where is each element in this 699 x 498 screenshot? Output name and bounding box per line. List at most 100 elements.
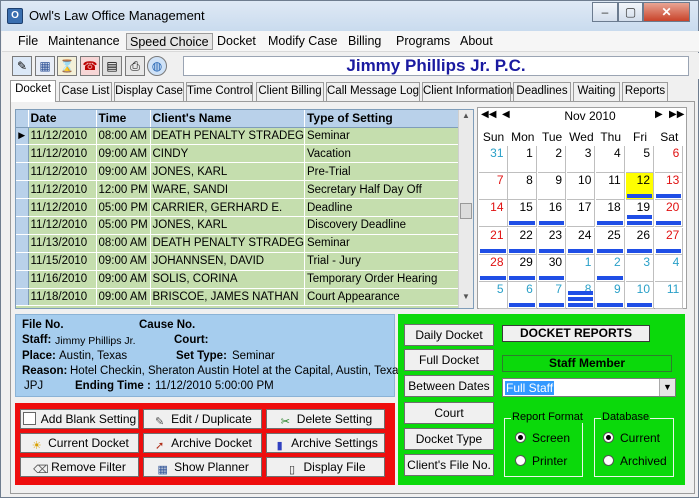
radio-screen[interactable]: Screen [515, 431, 570, 445]
col-date[interactable]: Date [28, 110, 97, 128]
table-row[interactable]: ▶ 11/12/2010 08:00 AM DEATH PENALTY STRADEG… [16, 127, 467, 146]
calendar-day[interactable]: 8 [508, 173, 537, 201]
calendar-day[interactable]: 21 [479, 227, 508, 255]
docket-type-button[interactable]: Docket Type [404, 428, 494, 450]
calendar-day[interactable]: 6 [654, 146, 684, 173]
cell-date[interactable]: 11/12/2010 [28, 216, 97, 235]
cell-client-name[interactable]: JOHANNSEN, DAVID [150, 252, 305, 271]
tab-client-information[interactable]: Client Information [422, 82, 513, 101]
cell-type-of-setting[interactable]: Deadline [304, 198, 467, 217]
cell-date[interactable]: 11/15/2010 [28, 252, 97, 271]
table-row[interactable]: 11/12/2010 09:00 AM CINDY Vacation [16, 144, 467, 164]
minimize-button[interactable]: – [592, 2, 618, 22]
cell-time[interactable]: 09:00 AM [96, 252, 151, 271]
hourglass-icon[interactable]: ⌛ [57, 56, 77, 76]
cell-time[interactable]: 08:00 AM [96, 127, 151, 146]
calendar-day[interactable]: 22 [508, 227, 537, 255]
staff-select[interactable]: Full Staff ▼ [502, 378, 676, 397]
calendar-day[interactable]: 24 [566, 227, 596, 255]
cell-date[interactable]: 11/12/2010 [28, 180, 97, 200]
phone-icon[interactable]: ☎ [80, 56, 100, 76]
calendar-day[interactable]: 1 [566, 254, 596, 282]
calendar-day[interactable]: 9 [537, 173, 567, 201]
cell-client-name[interactable]: SOLIS, CORINA [150, 270, 305, 289]
row-selector[interactable] [16, 180, 29, 200]
table-row[interactable]: 11/15/2010 09:00 AM JOHANNSEN, DAVID Trial … [16, 252, 467, 271]
table-row[interactable]: 11/12/2010 05:00 PM CARRIER, GERHARD E. Dea… [16, 198, 467, 217]
cell-type-of-setting[interactable]: Seminar [304, 234, 467, 253]
cell-type-of-setting[interactable]: Temporary Order Hearing [304, 270, 467, 289]
menu-billing[interactable]: Billing [345, 33, 384, 50]
cell-time[interactable]: 05:00 PM [96, 216, 151, 235]
table-row[interactable]: 11/13/2010 08:00 AM DEATH PENALTY STRADEG S… [16, 234, 467, 253]
row-selector[interactable] [16, 198, 29, 217]
globe-icon[interactable]: ◍ [147, 56, 167, 76]
calendar-day[interactable]: 23 [537, 227, 567, 255]
calendar-day[interactable]: 7 [479, 173, 508, 201]
row-selector[interactable] [16, 216, 29, 235]
row-selector[interactable] [16, 270, 29, 289]
calendar-day[interactable]: 9 [596, 282, 625, 309]
radio-current[interactable]: Current [603, 431, 660, 445]
cell-client-name[interactable]: BRISCOE, JAMES NATHAN [150, 288, 305, 307]
calendar-day[interactable]: 29 [508, 254, 537, 282]
edit-icon[interactable]: ✎ [12, 56, 32, 76]
tab-client-billing[interactable]: Client Billing [256, 82, 324, 101]
calendar-day[interactable]: 17 [566, 200, 596, 228]
cell-date[interactable]: 11/16/2010 [28, 270, 97, 289]
row-selector[interactable] [16, 234, 29, 253]
cell-time[interactable]: 09:00 AM [96, 288, 151, 307]
cell-type-of-setting[interactable]: Pre-Trial [304, 162, 467, 182]
print-icon[interactable]: ⎙ [125, 56, 145, 76]
table-row[interactable]: 11/18/2010 09:00 AM BRISCOE, JAMES NATHAN C… [16, 288, 467, 307]
full-docket-button[interactable]: Full Docket [404, 349, 494, 371]
calendar-day[interactable]: 12 [625, 173, 654, 201]
delete-setting-button[interactable]: ✂ Delete Setting [266, 409, 385, 429]
tab-call-message-log[interactable]: Call Message Log [326, 82, 420, 101]
scroll-up-arrow[interactable]: ▲ [460, 111, 472, 125]
archive-docket-button[interactable]: ➚ Archive Docket [143, 433, 262, 453]
table-row[interactable]: 11/12/2010 05:00 PM JONES, KARL Discovery D… [16, 216, 467, 235]
row-selector[interactable] [16, 144, 29, 164]
cell-client-name[interactable]: JONES, KARL [150, 216, 305, 235]
current-docket-button[interactable]: ☀ Current Docket [20, 433, 139, 453]
menu-modify-case[interactable]: Modify Case [265, 33, 340, 50]
cell-type-of-setting[interactable]: Court Appearance [304, 288, 467, 307]
cell-type-of-setting[interactable]: Discovery Deadline [304, 216, 467, 235]
cell-type-of-setting[interactable]: Vacation [304, 144, 467, 164]
calendar-day[interactable]: 7 [537, 282, 567, 309]
cell-date[interactable]: 11/18/2010 [28, 288, 97, 307]
cell-time[interactable]: 09:00 AM [96, 144, 151, 164]
cell-type-of-setting[interactable]: Seminar [304, 127, 467, 146]
calendar-day[interactable]: 10 [625, 282, 654, 309]
calendar-day[interactable]: 10 [566, 173, 596, 201]
maximize-button[interactable]: ▢ [618, 2, 643, 22]
calendar-day[interactable]: 18 [596, 200, 625, 228]
calendar-day[interactable]: 20 [654, 200, 684, 228]
scroll-down-arrow[interactable]: ▼ [460, 292, 472, 306]
tab-case-list[interactable]: Case List [59, 82, 112, 101]
scroll-thumb[interactable] [460, 203, 472, 219]
calendar-day[interactable]: 6 [508, 282, 537, 309]
last-month-button[interactable]: ▶▶ [669, 109, 684, 120]
menu-file[interactable]: File [15, 33, 41, 50]
cell-client-name[interactable]: DEATH PENALTY STRADEG [150, 127, 305, 146]
tab-waiting[interactable]: Waiting [573, 82, 620, 101]
first-month-button[interactable]: ◀◀ [481, 109, 496, 120]
calendar-icon[interactable]: ▦ [35, 56, 55, 76]
display-file-button[interactable]: ▯ Display File [266, 457, 385, 477]
calendar-day[interactable]: 14 [479, 200, 508, 228]
row-selector[interactable] [16, 288, 29, 307]
calendar-day[interactable]: 26 [625, 227, 654, 255]
calendar-day[interactable]: 30 [537, 254, 567, 282]
cell-date[interactable]: 11/12/2010 [28, 198, 97, 217]
calendar-day[interactable]: 3 [566, 146, 596, 173]
cell-client-name[interactable]: CARRIER, GERHARD E. [150, 198, 305, 217]
prev-month-button[interactable]: ◀ [502, 109, 510, 120]
cell-date[interactable]: 11/12/2010 [28, 162, 97, 182]
col-client-name[interactable]: Client's Name [150, 110, 305, 128]
calendar-day[interactable]: 2 [537, 146, 567, 173]
calendar-day[interactable]: 2 [596, 254, 625, 282]
calendar-day[interactable]: 11 [596, 173, 625, 201]
cell-date[interactable]: 11/12/2010 [28, 127, 97, 146]
